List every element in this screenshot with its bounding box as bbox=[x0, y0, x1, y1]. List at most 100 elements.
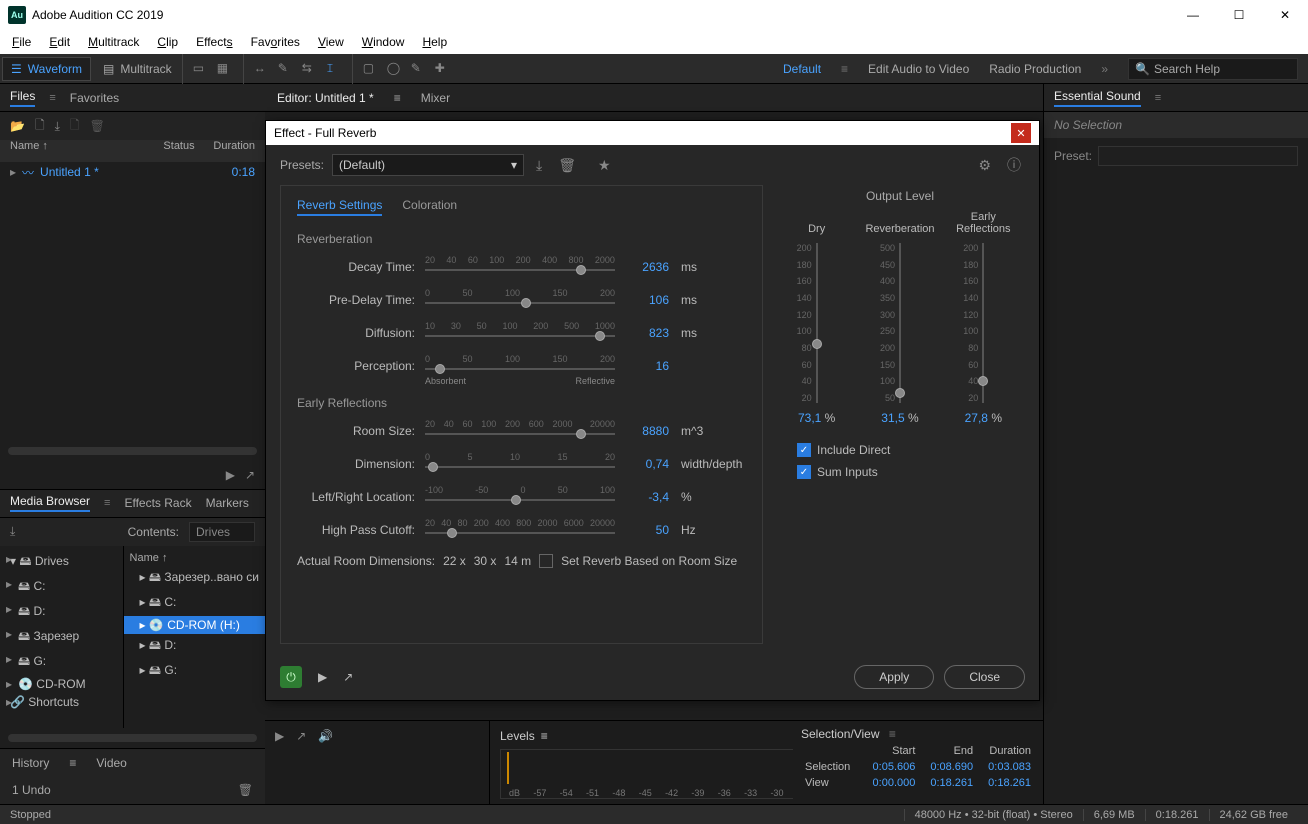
param-value[interactable]: 106 bbox=[625, 293, 669, 307]
param-value[interactable]: 0,74 bbox=[625, 457, 669, 471]
favorite-icon[interactable]: ★ bbox=[594, 157, 615, 174]
view-dur[interactable]: 0:18.261 bbox=[977, 775, 1035, 791]
multitrack-button[interactable]: ▤ Multitrack bbox=[95, 57, 180, 81]
output-slider[interactable]: 50045040035030025020015010050 bbox=[899, 243, 901, 403]
brush-tool-icon[interactable]: ✎ bbox=[411, 61, 427, 77]
include-direct-checkbox[interactable]: ✓ bbox=[797, 443, 811, 457]
workspace-radio[interactable]: Radio Production bbox=[989, 62, 1081, 76]
list-item-selected[interactable]: ▸ 💿 CD-ROM (H:) bbox=[124, 616, 265, 634]
tab-history[interactable]: History bbox=[12, 756, 49, 770]
workspace-default[interactable]: Default bbox=[783, 62, 821, 76]
param-slider[interactable]: 05101520 bbox=[425, 452, 615, 476]
menu-clip[interactable]: Clip bbox=[149, 33, 186, 51]
workspace-more-icon[interactable]: » bbox=[1101, 62, 1108, 76]
levels-menu-icon[interactable]: ≡ bbox=[541, 729, 548, 743]
waveform-button[interactable]: ☰ Waveform bbox=[2, 57, 91, 81]
output-value[interactable]: 27,8 % bbox=[965, 411, 1002, 425]
param-slider[interactable]: 2040802004008002000600020000 bbox=[425, 518, 615, 542]
move-tool-icon[interactable]: ↔ bbox=[254, 61, 270, 77]
sel-dur[interactable]: 0:03.083 bbox=[977, 759, 1035, 775]
list-item[interactable]: ▸ 🖴 G: bbox=[124, 659, 265, 684]
marquee-tool-icon[interactable]: ▢ bbox=[363, 61, 379, 77]
heal-tool-icon[interactable]: ✚ bbox=[435, 61, 451, 77]
menu-multitrack[interactable]: Multitrack bbox=[80, 33, 147, 51]
tab-markers[interactable]: Markers bbox=[206, 496, 249, 510]
lasso-tool-icon[interactable]: ◯ bbox=[387, 61, 403, 77]
room-size-checkbox[interactable] bbox=[539, 554, 553, 568]
output-value[interactable]: 73,1 % bbox=[798, 411, 835, 425]
output-slider[interactable]: 20018016014012010080604020 bbox=[982, 243, 984, 403]
view-end[interactable]: 0:18.261 bbox=[919, 775, 977, 791]
transport-loop-icon[interactable]: ↗ bbox=[296, 729, 306, 743]
menu-edit[interactable]: Edit bbox=[41, 33, 78, 51]
download-icon[interactable]: ⤓ bbox=[10, 524, 15, 539]
param-value[interactable]: 823 bbox=[625, 326, 669, 340]
param-value[interactable]: 2636 bbox=[625, 260, 669, 274]
param-slider[interactable]: 204060100200600200020000 bbox=[425, 419, 615, 443]
tree-item[interactable]: 🖴 Зарезер bbox=[0, 625, 123, 650]
menu-window[interactable]: Window bbox=[354, 33, 413, 51]
param-slider[interactable]: 2040601002004008002000 bbox=[425, 255, 615, 279]
list-item[interactable]: ▸ 🖴 C: bbox=[124, 591, 265, 616]
search-help-input[interactable]: 🔍 Search Help bbox=[1128, 58, 1298, 80]
col-name[interactable]: Name ↑ bbox=[10, 140, 163, 162]
import-icon[interactable]: ⤓ bbox=[55, 119, 60, 134]
open-file-icon[interactable]: 📂 bbox=[10, 119, 25, 133]
essential-menu-icon[interactable]: ≡ bbox=[1155, 92, 1161, 104]
tab-video[interactable]: Video bbox=[96, 756, 126, 770]
tab-effects-rack[interactable]: Effects Rack bbox=[124, 496, 191, 510]
param-value[interactable]: 16 bbox=[625, 359, 669, 373]
output-slider[interactable]: 20018016014012010080604020 bbox=[816, 243, 818, 403]
delete-preset-icon[interactable]: 🗑 bbox=[554, 157, 580, 174]
tab-favorites[interactable]: Favorites bbox=[70, 91, 119, 105]
col-duration[interactable]: Duration bbox=[213, 140, 255, 162]
files-scrollbar[interactable] bbox=[8, 447, 257, 455]
save-preset-icon[interactable]: ⤓ bbox=[532, 157, 546, 174]
sum-inputs-checkbox[interactable]: ✓ bbox=[797, 465, 811, 479]
tab-mixer[interactable]: Mixer bbox=[421, 91, 450, 105]
workspace-edit-audio[interactable]: Edit Audio to Video bbox=[868, 62, 969, 76]
dialog-title-bar[interactable]: Effect - Full Reverb ✕ bbox=[266, 121, 1039, 145]
output-value[interactable]: 31,5 % bbox=[881, 411, 918, 425]
close-file-icon[interactable]: 🗋 bbox=[70, 116, 80, 137]
editor-menu-icon[interactable]: ≡ bbox=[394, 91, 401, 105]
essential-preset-dropdown[interactable] bbox=[1098, 146, 1298, 166]
trash-icon[interactable]: 🗑 bbox=[238, 783, 253, 797]
tree-item[interactable]: 🖴 G: bbox=[0, 650, 123, 675]
spectral-icon[interactable]: ▦ bbox=[217, 61, 233, 77]
files-panel-menu-icon[interactable]: ≡ bbox=[49, 92, 55, 104]
razor-tool-icon[interactable]: ✎ bbox=[278, 61, 294, 77]
maximize-button[interactable]: ☐ bbox=[1216, 0, 1262, 30]
dialog-close-button[interactable]: ✕ bbox=[1011, 123, 1031, 143]
tab-media-browser[interactable]: Media Browser bbox=[10, 494, 90, 512]
tab-editor[interactable]: Editor: Untitled 1 * bbox=[277, 91, 374, 105]
tree-drives[interactable]: ▾ 🖴 Drives bbox=[0, 550, 123, 575]
contents-dropdown[interactable]: Drives bbox=[189, 522, 255, 542]
export-icon[interactable]: ↗ bbox=[245, 468, 255, 482]
workspace-menu-icon[interactable]: ≡ bbox=[841, 62, 848, 76]
param-slider[interactable]: 050100150200 AbsorbentReflective bbox=[425, 354, 615, 378]
close-button[interactable]: Close bbox=[944, 665, 1025, 689]
transport-audio-icon[interactable]: 🔊 bbox=[318, 729, 333, 743]
param-slider[interactable]: -100-50050100 bbox=[425, 485, 615, 509]
hud-icon[interactable]: ▭ bbox=[193, 61, 209, 77]
list-item[interactable]: ▸ 🖴 Зарезер..вано си bbox=[124, 566, 265, 591]
menu-file[interactable]: File bbox=[4, 33, 39, 51]
menu-effects[interactable]: Effects bbox=[188, 33, 240, 51]
preview-play-icon[interactable]: ▶ bbox=[312, 670, 333, 684]
list-item[interactable]: ▸ 🖴 D: bbox=[124, 634, 265, 659]
tab-essential-sound[interactable]: Essential Sound bbox=[1054, 89, 1141, 107]
tree-item[interactable]: 💿 CD-ROM bbox=[0, 675, 123, 693]
preset-dropdown[interactable]: (Default)▾ bbox=[332, 154, 524, 176]
media-panel-menu-icon[interactable]: ≡ bbox=[104, 497, 110, 509]
param-slider[interactable]: 050100150200 bbox=[425, 288, 615, 312]
param-value[interactable]: 8880 bbox=[625, 424, 669, 438]
tab-files[interactable]: Files bbox=[10, 89, 35, 107]
menu-help[interactable]: Help bbox=[414, 33, 455, 51]
info-icon[interactable]: ⓘ bbox=[1003, 155, 1025, 175]
param-value[interactable]: 50 bbox=[625, 523, 669, 537]
sel-end[interactable]: 0:08.690 bbox=[919, 759, 977, 775]
play-icon[interactable]: ▶ bbox=[226, 468, 235, 482]
tree-shortcuts[interactable]: 🔗 Shortcuts bbox=[0, 693, 123, 711]
tree-item[interactable]: 🖴 C: bbox=[0, 575, 123, 600]
